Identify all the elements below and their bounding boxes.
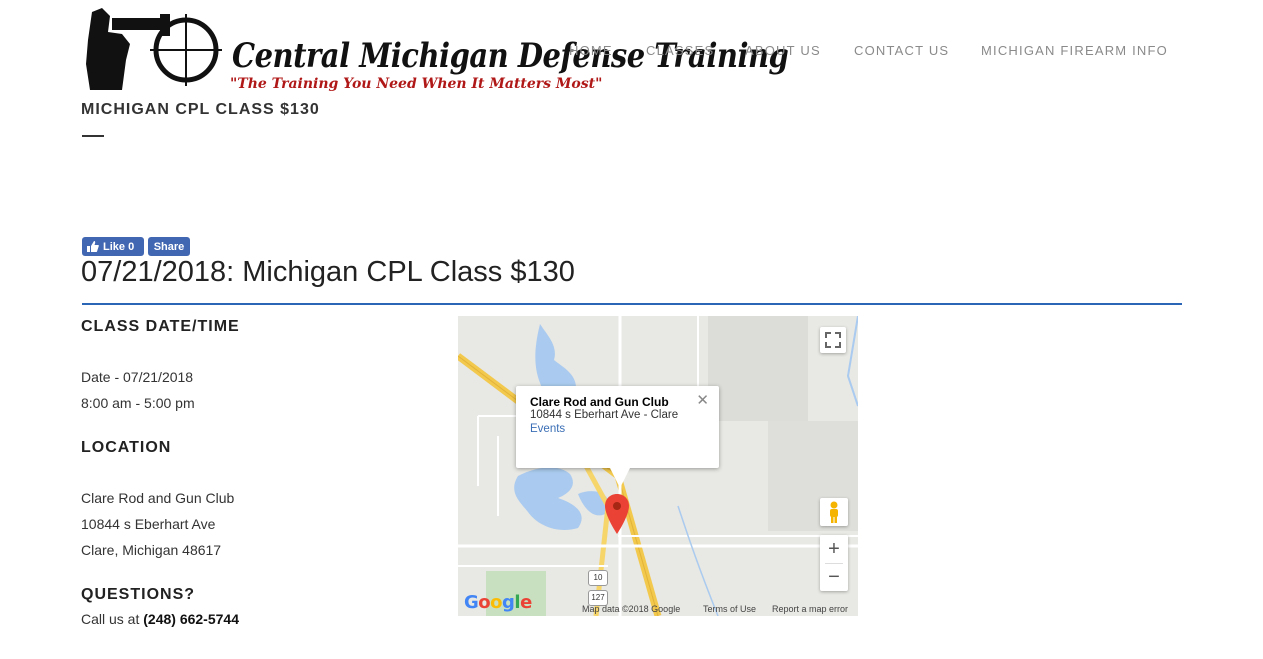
page-title: MICHIGAN CPL CLASS $130: [81, 101, 320, 118]
fullscreen-button[interactable]: [820, 327, 846, 353]
questions-heading: QUESTIONS?: [81, 586, 196, 603]
location-map[interactable]: Clare Rod and Gun Club 10844 s Eberhart …: [458, 316, 858, 616]
google-logo[interactable]: Google: [464, 592, 532, 613]
pegman-icon: [830, 501, 838, 523]
facebook-like-button[interactable]: Like 0: [82, 237, 144, 256]
terms-of-use-link[interactable]: Terms of Use: [703, 604, 756, 614]
share-label: Share: [153, 240, 185, 253]
info-window-title: Clare Rod and Gun Club: [530, 395, 669, 409]
zoom-out-button[interactable]: −: [820, 563, 848, 591]
class-datetime-heading: CLASS DATE/TIME: [81, 318, 240, 335]
report-map-error-link[interactable]: Report a map error: [772, 604, 848, 614]
call-prefix: Call us at: [81, 611, 144, 627]
location-city: Clare, Michigan 48617: [81, 542, 222, 558]
route-shield-10: 10: [588, 570, 608, 586]
map-attribution: Map data ©2018 Google: [582, 604, 681, 614]
map-marker-icon[interactable]: [605, 494, 629, 534]
close-icon[interactable]: ✕: [696, 391, 709, 409]
location-street: 10844 s Eberhart Ave: [81, 516, 216, 532]
site-logo[interactable]: Central Michigan Defense Training "The T…: [82, 4, 789, 96]
zoom-controls: + −: [820, 535, 848, 591]
nav-home[interactable]: HOME: [569, 43, 613, 58]
title-divider: [82, 303, 1182, 305]
nav-michigan-firearm-info[interactable]: MICHIGAN FIREARM INFO: [981, 43, 1168, 58]
street-view-pegman-button[interactable]: [820, 498, 848, 526]
info-window-address: 10844 s Eberhart Ave - Clare: [530, 409, 679, 421]
location-heading: LOCATION: [81, 439, 172, 456]
event-time: 8:00 am - 5:00 pm: [81, 395, 195, 411]
location-name: Clare Rod and Gun Club: [81, 490, 235, 506]
event-date: Date - 07/21/2018: [81, 369, 194, 385]
info-window-tail: [610, 468, 630, 488]
thumbs-up-icon: [87, 241, 99, 252]
call-us-text: Call us at (248) 662-5744: [81, 611, 239, 627]
event-title: 07/21/2018: Michigan CPL Class $130: [81, 256, 575, 288]
facebook-share-button[interactable]: Share: [148, 237, 190, 256]
zoom-in-button[interactable]: +: [820, 535, 848, 563]
nav-classes[interactable]: CLASSES: [646, 43, 714, 58]
fullscreen-icon: [825, 332, 841, 348]
info-window-events-link[interactable]: Events: [530, 423, 565, 435]
nav-contact-us[interactable]: CONTACT US: [854, 43, 949, 58]
nav-about-us[interactable]: ABOUT US: [745, 43, 821, 58]
logo-tagline: "The Training You Need When It Matters M…: [230, 76, 603, 92]
shooter-silhouette-icon: [86, 8, 222, 90]
like-label: Like 0: [103, 240, 135, 253]
heading-underline: [82, 135, 104, 137]
map-info-window: Clare Rod and Gun Club 10844 s Eberhart …: [516, 386, 719, 468]
phone-number[interactable]: (248) 662-5744: [143, 611, 239, 627]
